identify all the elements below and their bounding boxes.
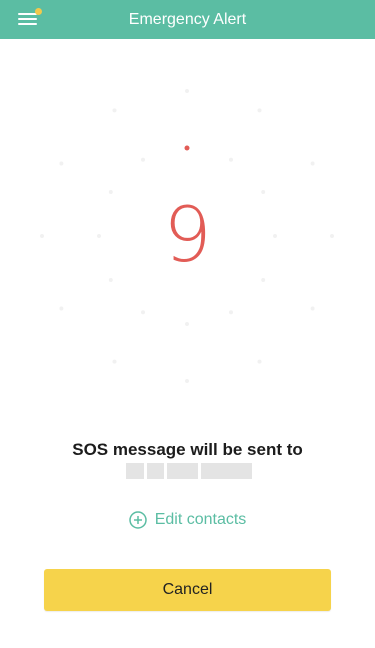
emergency-alert-screen: Emergency Alert 9 SOS message will be se… [0,0,375,648]
redacted-contacts [126,463,252,479]
dial-tick-dot [185,379,189,383]
countdown-number: 9 [163,190,212,279]
active-progress-dot [184,145,190,151]
dial-tick-dot [310,306,315,311]
dial-tick-dot [59,161,64,166]
sos-message-text: SOS message will be sent to [72,440,303,459]
dial-tick-dot [141,310,145,315]
cancel-button[interactable]: Cancel [44,569,331,611]
dial-tick-dot [185,322,189,326]
dial-tick-dot [310,161,315,166]
edit-contacts-button[interactable]: Edit contacts [0,507,375,533]
dial-tick-dot [59,306,64,311]
plus-circle-icon [128,511,147,529]
edit-contacts-label: Edit contacts [154,511,247,528]
dial-tick-dot [229,157,233,162]
dial-tick-dot [257,359,262,364]
dial-tick-dot [257,108,262,113]
dial-tick-dot [141,157,145,162]
dial-tick-dot [112,359,117,364]
dial-tick-dot [229,310,233,315]
dial-tick-dot [112,108,117,113]
dial-tick-dot [185,89,189,93]
